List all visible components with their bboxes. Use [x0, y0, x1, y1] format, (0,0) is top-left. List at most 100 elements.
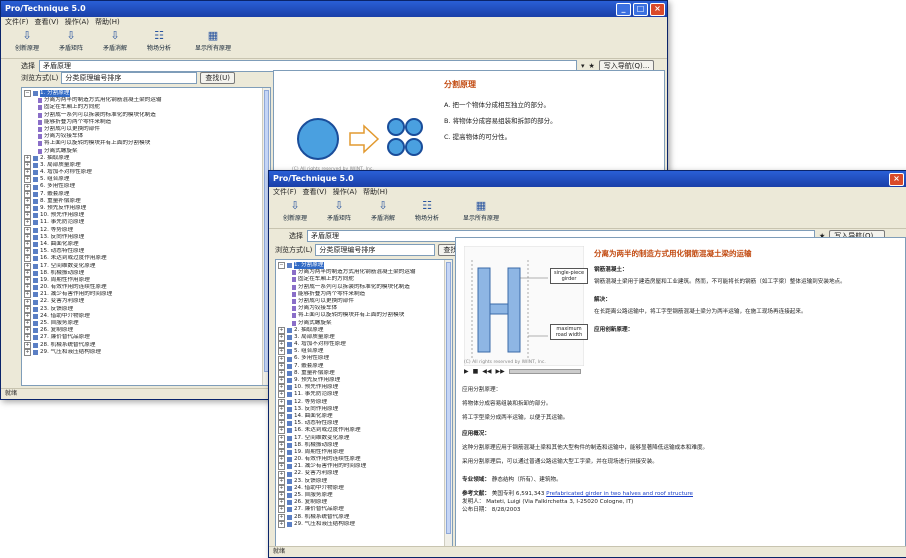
expand-icon[interactable]: +	[24, 226, 31, 234]
tree-subitem[interactable]: 固定在车厢上的方向舵	[24, 104, 270, 111]
tree-item[interactable]: +25. 自服务原理	[278, 492, 452, 500]
media-progress[interactable]	[508, 369, 581, 374]
tree-subitem[interactable]: 固定在车厢上的方向舵	[278, 276, 452, 283]
stop-icon[interactable]: ■	[473, 368, 479, 375]
tree-item[interactable]: +18. 机械振动原理	[24, 270, 270, 277]
tree-item[interactable]: +16. 未达到或过度作用原理	[278, 427, 452, 435]
tree-item[interactable]: +21. 减少有害作用的时间原理	[24, 291, 270, 299]
forward-icon[interactable]: ▶▶	[496, 368, 505, 375]
tree-item[interactable]: +7. 嵌套原理	[24, 191, 270, 198]
menu-file[interactable]: 文件(F)	[273, 187, 297, 198]
tree-item[interactable]: +10. 预先作用原理	[24, 212, 270, 220]
tree-subitem[interactable]: 分割成一系列可以拆装的标准化的模块化制造	[24, 112, 270, 119]
find-button[interactable]: 查找(U)	[200, 72, 235, 84]
tree-item[interactable]: +18. 机械振动原理	[278, 442, 452, 449]
tool-matrix-button[interactable]: ⇩ 矛盾矩阵	[319, 198, 359, 228]
expand-icon[interactable]: −	[24, 90, 31, 98]
tree-item[interactable]: +12. 等势原理	[24, 227, 270, 234]
tree-subitem[interactable]: 分割成一系列可以拆装的标准化的模块化制造	[278, 284, 452, 291]
tree-item[interactable]: +17. 空间维数变化原理	[24, 263, 270, 270]
tree-item[interactable]: +11. 事先防范原理	[278, 391, 452, 399]
tree-item[interactable]: +5. 组合原理	[278, 348, 452, 356]
expand-icon[interactable]: +	[24, 348, 31, 356]
tree-item[interactable]: +29. 气压和液压结构原理	[24, 349, 270, 356]
close-button[interactable]: ×	[889, 173, 904, 186]
expand-icon[interactable]: +	[24, 161, 31, 169]
tree-item[interactable]: +26. 复制原理	[24, 327, 270, 335]
tree-item[interactable]: +21. 减少有害作用的时间原理	[278, 463, 452, 471]
menu-file[interactable]: 文件(F)	[5, 17, 29, 28]
expand-icon[interactable]: +	[24, 190, 31, 198]
expand-icon[interactable]: +	[24, 341, 31, 349]
minimize-button[interactable]: _	[616, 3, 631, 16]
tool-principles-button[interactable]: ⇩ 创新原理	[275, 198, 315, 228]
expand-icon[interactable]: +	[278, 499, 285, 507]
tree-subitem[interactable]: 将上面可以旋转的模块并有上面的分割模块	[24, 140, 270, 147]
tree-item[interactable]: +14. 曲面化原理	[24, 241, 270, 249]
tree-item[interactable]: +15. 动态特性原理	[278, 420, 452, 428]
tree-item[interactable]: +4. 增加不对称性原理	[278, 341, 452, 349]
tree-item[interactable]: +27. 廉价替代品原理	[278, 506, 452, 514]
tree-subitem[interactable]: 分离为两半的制造方式用化钢筋混凝土梁的运输	[24, 97, 270, 104]
expand-icon[interactable]: +	[24, 269, 31, 277]
expand-icon[interactable]: +	[278, 484, 285, 492]
expand-icon[interactable]: +	[24, 291, 31, 299]
tree-item[interactable]: +8. 重量补偿原理	[278, 370, 452, 377]
tree-item[interactable]: +23. 反馈原理	[24, 306, 270, 313]
expand-icon[interactable]: +	[24, 183, 31, 191]
expand-icon[interactable]: +	[278, 492, 285, 500]
expand-icon[interactable]: +	[278, 348, 285, 356]
tree-item[interactable]: +22. 变害为利原理	[278, 470, 452, 478]
expand-icon[interactable]: +	[278, 341, 285, 349]
tree-subitem[interactable]: 分离为铰接车体	[278, 305, 452, 312]
tool-field-button[interactable]: ☷ 物场分析	[407, 198, 447, 228]
expand-icon[interactable]: +	[278, 463, 285, 471]
expand-icon[interactable]: +	[24, 255, 31, 263]
expand-icon[interactable]: +	[278, 513, 285, 521]
expand-icon[interactable]: +	[278, 377, 285, 385]
expand-icon[interactable]: +	[24, 205, 31, 213]
tree-subitem[interactable]: 分离式螺旋桨	[278, 320, 452, 327]
expand-icon[interactable]: +	[24, 334, 31, 342]
tool-resolve-button[interactable]: ⇩ 矛盾消解	[363, 198, 403, 228]
tree-item[interactable]: +16. 未达到或过度作用原理	[24, 255, 270, 263]
play-icon[interactable]: ▶	[464, 368, 469, 375]
expand-icon[interactable]: +	[278, 355, 285, 363]
expand-icon[interactable]: +	[278, 441, 285, 449]
expand-icon[interactable]: +	[278, 369, 285, 377]
expand-icon[interactable]: +	[24, 241, 31, 249]
expand-icon[interactable]: +	[24, 305, 31, 313]
tree-item[interactable]: +22. 变害为利原理	[24, 298, 270, 306]
tree-item[interactable]: +13. 反向作用原理	[278, 406, 452, 413]
menu-help[interactable]: 帮助(H)	[363, 187, 388, 198]
expand-icon[interactable]: +	[24, 327, 31, 335]
expand-icon[interactable]: +	[278, 434, 285, 442]
expand-icon[interactable]: +	[24, 262, 31, 270]
tree-item[interactable]: +26. 复制原理	[278, 499, 452, 507]
tree-subitem[interactable]: 分离为两半的制造方式用化钢筋混凝土梁的运输	[278, 269, 452, 276]
expand-icon[interactable]: +	[278, 362, 285, 370]
tree-subitem[interactable]: 分割成可以更换的部件	[278, 298, 452, 305]
tree-item[interactable]: +25. 自服务原理	[24, 320, 270, 328]
expand-icon[interactable]: +	[278, 333, 285, 341]
expand-icon[interactable]: +	[278, 391, 285, 399]
expand-icon[interactable]: +	[24, 248, 31, 256]
expand-icon[interactable]: +	[278, 405, 285, 413]
tree-subitem[interactable]: 分离为铰接车体	[24, 133, 270, 140]
tree-item[interactable]: +8. 重量补偿原理	[24, 198, 270, 205]
expand-icon[interactable]: +	[24, 312, 31, 320]
expand-icon[interactable]: +	[24, 233, 31, 241]
tool-show-all-button[interactable]: ▦ 显示所有原理	[183, 28, 243, 58]
tree-item[interactable]: +11. 事先防范原理	[24, 219, 270, 227]
expand-icon[interactable]: +	[24, 212, 31, 220]
expand-icon[interactable]: +	[278, 384, 285, 392]
tree-item[interactable]: +7. 嵌套原理	[278, 363, 452, 370]
rewind-icon[interactable]: ◀◀	[482, 368, 491, 375]
expand-icon[interactable]: +	[24, 298, 31, 306]
patent-link[interactable]: Prefabricated girder in two halves and r…	[546, 491, 693, 497]
expand-icon[interactable]: +	[278, 448, 285, 456]
expand-icon[interactable]: +	[24, 219, 31, 227]
expand-icon[interactable]: +	[24, 154, 31, 162]
tree-item[interactable]: +6. 多用性原理	[24, 183, 270, 191]
tree-item[interactable]: +17. 空间维数变化原理	[278, 435, 452, 442]
